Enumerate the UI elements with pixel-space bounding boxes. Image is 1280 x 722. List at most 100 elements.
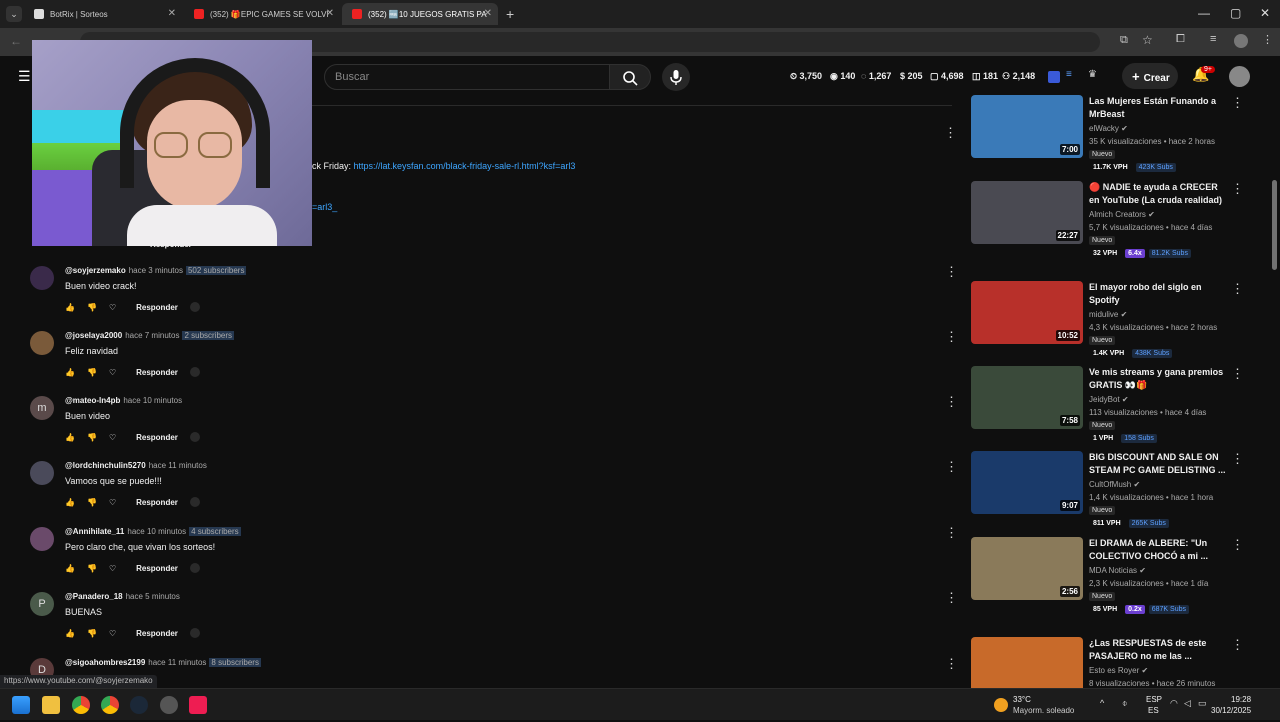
video-more-icon[interactable]: ⋮ [1231,637,1244,653]
dislike-icon[interactable]: 👎 [87,303,97,312]
video-title[interactable]: 🔴 NADIE te ayuda a CRECER en YouTube (La… [1089,181,1229,207]
related-video[interactable]: 22:27 🔴 NADIE te ayuda a CRECER en YouTub… [971,181,1244,263]
close-window-icon[interactable]: ✕ [1260,6,1270,20]
avatar[interactable]: m [30,396,54,420]
profile-avatar[interactable] [1234,34,1248,48]
video-title[interactable]: El DRAMA de ALBERE: "Un COLECTIVO CHOCÓ … [1089,537,1229,563]
related-video[interactable]: 9:07 BIG DISCOUNT AND SALE ON STEAM PC GA… [971,451,1244,533]
video-more-icon[interactable]: ⋮ [1231,451,1244,467]
like-icon[interactable]: 👍 [65,433,75,442]
description-link[interactable]: https://lat.keysfan.com/black-friday-sal… [354,161,576,171]
chrome-active-icon[interactable] [101,696,119,714]
reply-button[interactable]: Responder [136,629,178,638]
comment-more-icon[interactable]: ⋮ [945,264,958,280]
comment-author[interactable]: @lordchinchulin5270 [65,461,146,470]
comment-time[interactable]: hace 7 minutos [125,331,179,340]
avatar[interactable] [30,461,54,485]
wifi-icon[interactable]: ◠ [1170,698,1178,709]
comment-author[interactable]: @soyjerzemako [65,266,126,275]
tray-icon[interactable]: ⌽ [1122,698,1127,709]
trophy-icon[interactable]: ♛ [1088,69,1097,80]
video-title[interactable]: Las Mujeres Están Funando a MrBeast [1089,95,1229,121]
video-thumbnail[interactable]: 10:52 [971,281,1083,344]
volume-icon[interactable]: ◁ [1184,698,1191,709]
video-title[interactable]: Ve mis streams y gana premios GRATIS 👀🎁 [1089,366,1229,392]
language-label[interactable]: ESP [1146,695,1162,704]
battery-icon[interactable]: ▭ [1198,698,1207,709]
related-video[interactable]: 2:56 El DRAMA de ALBERE: "Un COLECTIVO CH… [971,537,1244,619]
video-more-icon[interactable]: ⋮ [1231,281,1244,297]
video-thumbnail[interactable]: 9:07 [971,451,1083,514]
dislike-icon[interactable]: 👎 [87,368,97,377]
back-icon[interactable]: ← [10,34,22,48]
hamburger-menu-icon[interactable]: ☰ [18,68,31,85]
extension-icon[interactable] [1048,71,1060,83]
video-title[interactable]: ¿Las RESPUESTAS de este PASAJERO no me l… [1089,637,1229,663]
video-thumbnail[interactable]: 7:58 [971,366,1083,429]
comment-author[interactable]: @sigoahombres2199 [65,658,145,667]
tab-epic-games[interactable]: (352) 🎁EPIC GAMES SE VOLVI ✕ [184,3,340,25]
sidebar-scrollbar[interactable] [1272,180,1277,270]
account-avatar[interactable] [1229,66,1250,87]
sort-icon[interactable]: ≡ [1066,69,1072,80]
comment-time[interactable]: hace 11 minutos [148,658,206,667]
like-icon[interactable]: 👍 [65,564,75,573]
microphone-button[interactable] [662,63,690,91]
avatar[interactable]: P [30,592,54,616]
comment-author[interactable]: @Annihilate_11 [65,527,124,536]
comment-time[interactable]: hace 10 minutos [127,527,186,536]
minimize-icon[interactable]: — [1198,6,1210,20]
plus-icon[interactable]: + [506,6,514,22]
extensions-icon[interactable]: ⧠ [1176,33,1185,46]
settings-icon[interactable] [160,696,178,714]
video-title[interactable]: El mayor robo del siglo en Spotify [1089,281,1229,307]
chevron-up-icon[interactable]: ^ [1100,698,1104,708]
like-icon[interactable]: 👍 [65,303,75,312]
video-more-icon[interactable]: ⋮ [1231,181,1244,197]
reply-button[interactable]: Responder [136,433,178,442]
close-icon[interactable]: ✕ [326,8,334,19]
comment-more-icon[interactable]: ⋮ [945,394,958,410]
tab-botrix[interactable]: BotRix | Sorteos ✕ [24,3,182,25]
video-title[interactable]: BIG DISCOUNT AND SALE ON STEAM PC GAME D… [1089,451,1229,477]
windows-start-icon[interactable] [12,696,30,714]
video-more-icon[interactable]: ⋮ [1231,366,1244,382]
comment-author[interactable]: @mateo-ln4pb [65,396,120,405]
heart-icon[interactable]: ♡ [109,629,116,638]
comment-time[interactable]: hace 10 minutos [123,396,182,405]
dislike-icon[interactable]: 👎 [87,433,97,442]
install-icon[interactable]: ⧉ [1120,34,1128,47]
description-more-icon[interactable]: ⋮ [944,125,957,141]
like-icon[interactable]: 👍 [65,368,75,377]
dislike-icon[interactable]: 👎 [87,498,97,507]
heart-icon[interactable]: ♡ [109,564,116,573]
comment-more-icon[interactable]: ⋮ [945,459,958,475]
clock-time[interactable]: 19:28 [1231,695,1251,704]
video-channel[interactable]: JeidyBot ✔ [1089,395,1129,404]
close-icon[interactable]: ✕ [484,8,492,19]
comment-more-icon[interactable]: ⋮ [945,525,958,541]
reading-list-icon[interactable]: ≡ [1210,33,1216,45]
video-thumbnail[interactable]: 22:27 [971,181,1083,244]
video-thumbnail[interactable]: 7:00 [971,95,1083,158]
video-thumbnail[interactable]: 2:56 [971,537,1083,600]
star-icon[interactable]: ☆ [1142,33,1153,47]
heart-icon[interactable]: ♡ [109,433,116,442]
related-video[interactable]: 7:00 Las Mujeres Están Funando a MrBeast e… [971,95,1244,177]
close-icon[interactable]: ✕ [168,8,176,19]
create-button[interactable]: + Crear [1122,63,1178,89]
tab-search-icon[interactable]: ⌄ [6,6,22,22]
like-icon[interactable]: 👍 [65,498,75,507]
search-button[interactable] [609,64,651,90]
comment-time[interactable]: hace 5 minutos [126,592,180,601]
avatar[interactable] [30,331,54,355]
reply-button[interactable]: Responder [136,303,178,312]
comment-more-icon[interactable]: ⋮ [945,590,958,606]
video-more-icon[interactable]: ⋮ [1231,95,1244,111]
related-video[interactable]: 10:52 El mayor robo del siglo en Spotify m… [971,281,1244,363]
search-input[interactable]: Buscar [324,64,610,90]
steam-icon[interactable] [130,696,148,714]
menu-icon[interactable]: ⋮ [1262,33,1273,46]
video-channel[interactable]: Esto es Royer ✔ [1089,666,1148,675]
maximize-icon[interactable]: ▢ [1230,6,1241,20]
